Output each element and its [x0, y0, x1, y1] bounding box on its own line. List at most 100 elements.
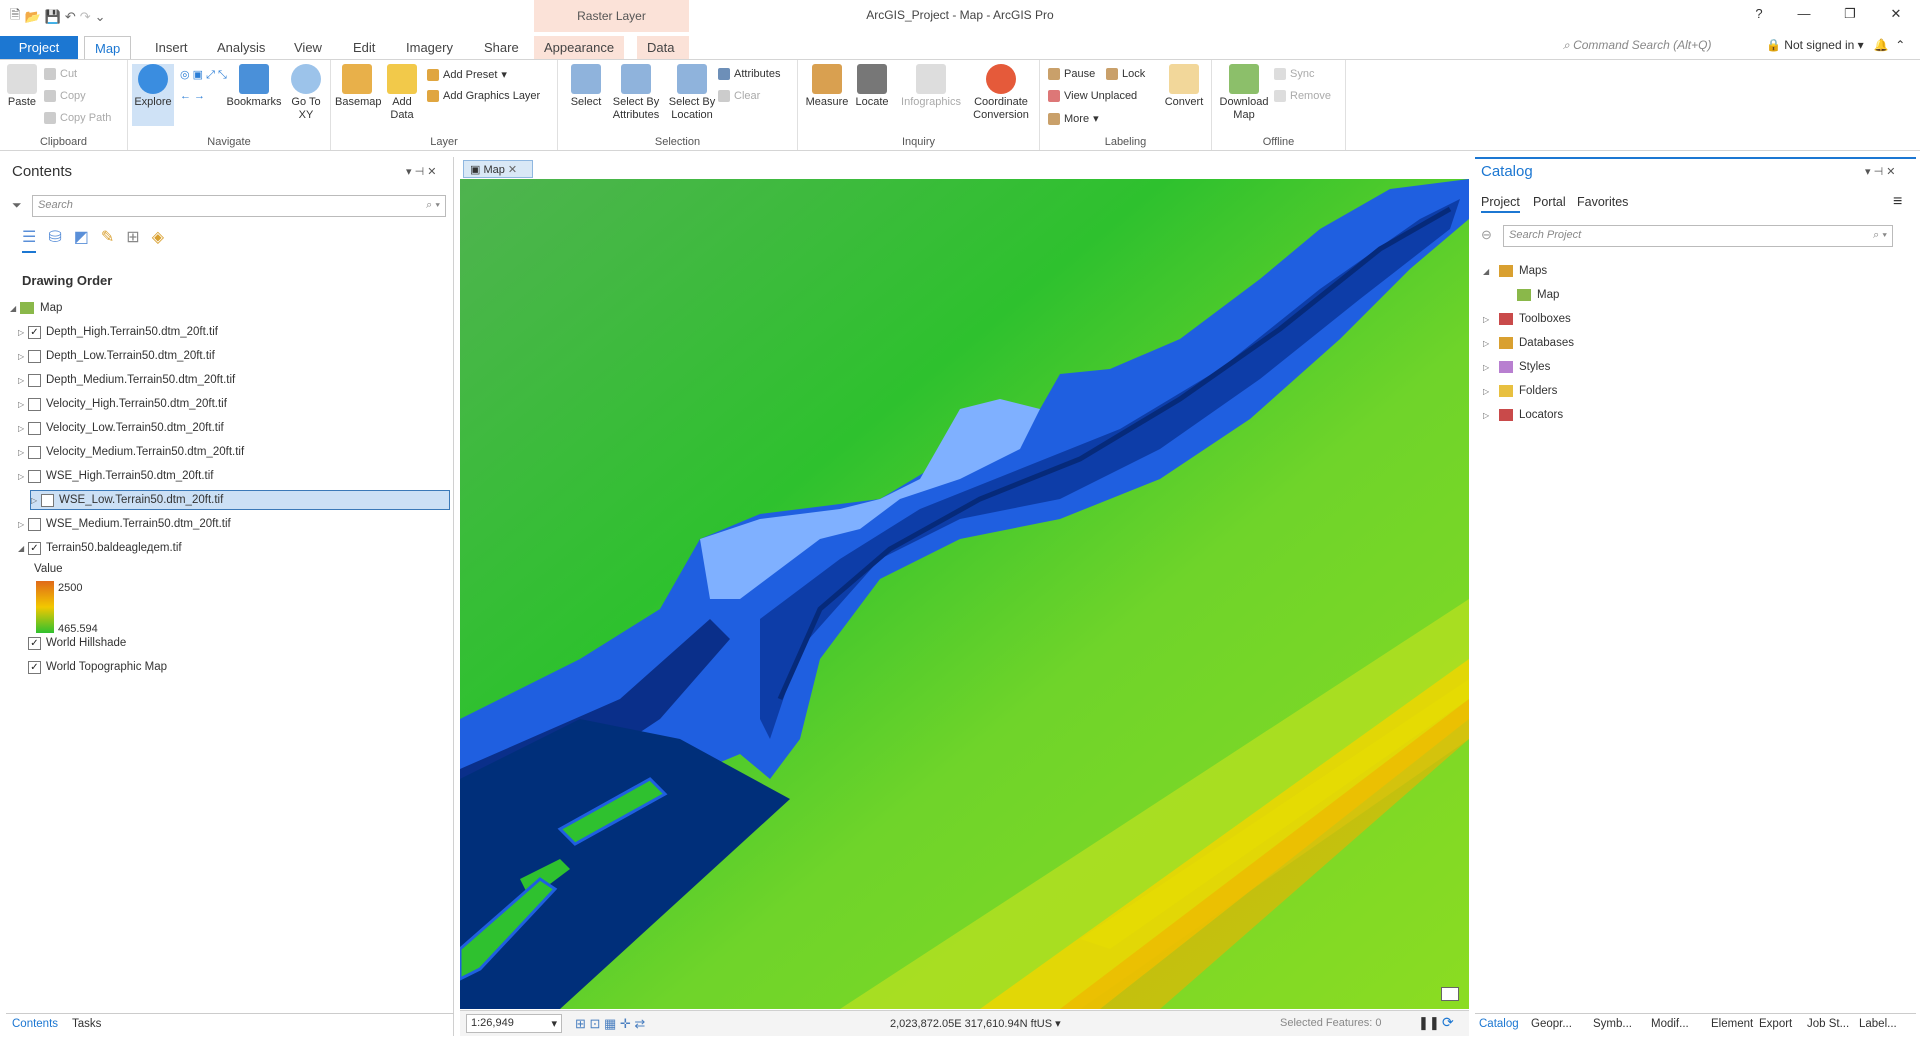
catalog-item[interactable]: ▷ Databases	[1483, 333, 1574, 353]
layer-checkbox[interactable]	[28, 349, 41, 363]
layer-item[interactable]: ▷ Velocity_Medium.Terrain50.dtm_20ft.tif	[18, 442, 244, 462]
attributes-button[interactable]: Attributes	[718, 68, 780, 80]
clear-button[interactable]: Clear	[718, 90, 760, 102]
layer-item[interactable]: ▷ Depth_Medium.Terrain50.dtm_20ft.tif	[18, 370, 235, 390]
tab-data[interactable]: Data	[637, 36, 689, 60]
expand-icon[interactable]: ▷	[18, 448, 28, 457]
copy-button[interactable]: Copy	[44, 90, 86, 102]
layer-item[interactable]: ▷ Velocity_Low.Terrain50.dtm_20ft.tif	[18, 418, 224, 438]
expand-icon[interactable]: ▷	[18, 376, 28, 385]
select-by-location-button[interactable]: Select By Location	[664, 64, 720, 122]
expand-icon[interactable]: ▷	[18, 328, 28, 337]
dock-tab[interactable]: Catalog	[1479, 1018, 1519, 1030]
cut-button[interactable]: Cut	[44, 68, 77, 80]
catalog-item[interactable]: ▷ Styles	[1483, 357, 1550, 377]
copy-path-button[interactable]: Copy Path	[44, 112, 111, 124]
layer-item[interactable]: ▷ Depth_Low.Terrain50.dtm_20ft.tif	[18, 346, 215, 366]
basemap-topographic[interactable]: ✓ World Topographic Map	[18, 657, 167, 677]
catalog-search-input[interactable]: Search Project ⌕ ▾	[1503, 225, 1893, 247]
more-labeling-button[interactable]: More ▾	[1048, 112, 1099, 125]
expand-icon[interactable]: ▷	[18, 400, 28, 409]
maximize-button[interactable]: ❐	[1836, 6, 1864, 26]
layer-item[interactable]: ▷ WSE_Medium.Terrain50.dtm_20ft.tif	[18, 514, 231, 534]
nav-tools-icon[interactable]: ◎ ▣ ⤢ ⤡	[180, 68, 227, 82]
dock-tab[interactable]: Geopr...	[1531, 1018, 1572, 1030]
layer-item[interactable]: ▷ ✓ Depth_High.Terrain50.dtm_20ft.tif	[18, 322, 218, 342]
close-icon[interactable]: ✕	[508, 164, 517, 176]
paste-button[interactable]: Paste	[4, 64, 40, 109]
dock-tab[interactable]: Modif...	[1651, 1018, 1689, 1030]
layer-checkbox[interactable]: ✓	[28, 541, 41, 555]
tab-project[interactable]: Project	[0, 36, 78, 60]
labeling-icon[interactable]: ◈	[152, 227, 164, 253]
dock-tab[interactable]: Export	[1759, 1018, 1792, 1030]
infographics-button[interactable]: Infographics	[896, 64, 966, 109]
expand-icon[interactable]: ▷	[18, 472, 28, 481]
close-button[interactable]: ✕	[1882, 6, 1910, 26]
prev-next-extent-icon[interactable]: ← →	[180, 90, 205, 102]
select-button[interactable]: Select	[566, 64, 606, 109]
layer-item[interactable]: ▷ WSE_High.Terrain50.dtm_20ft.tif	[18, 466, 213, 486]
tab-share[interactable]: Share	[474, 36, 529, 60]
layer-checkbox[interactable]	[28, 445, 41, 459]
snapping-icon[interactable]: ⊞	[126, 227, 139, 253]
dock-tab[interactable]: Label...	[1859, 1018, 1897, 1030]
catalog-item[interactable]: ▷ Folders	[1483, 381, 1557, 401]
layer-checkbox[interactable]	[41, 493, 54, 507]
selection-icon[interactable]: ◩	[74, 227, 89, 253]
layer-checkbox[interactable]	[28, 397, 41, 411]
lock-labels-button[interactable]: Lock	[1106, 68, 1145, 80]
pause-labels-button[interactable]: Pause	[1048, 68, 1095, 80]
catalog-item[interactable]: ▷ Toolboxes	[1483, 309, 1571, 329]
dock-tab[interactable]: Symb...	[1593, 1018, 1632, 1030]
measure-button[interactable]: Measure	[804, 64, 850, 109]
explore-button[interactable]: Explore	[132, 64, 174, 126]
basemap-hillshade[interactable]: ✓ World Hillshade	[18, 633, 126, 653]
expand-icon[interactable]: ▷	[18, 424, 28, 433]
contents-search-input[interactable]: Search ⌕ ▾	[32, 195, 446, 217]
locate-button[interactable]: Locate	[852, 64, 892, 109]
tab-imagery[interactable]: Imagery	[396, 36, 463, 60]
refresh-icon[interactable]: ⟳	[1442, 1014, 1454, 1031]
download-map-button[interactable]: Download Map	[1216, 64, 1272, 122]
select-by-attributes-button[interactable]: Select By Attributes	[608, 64, 664, 122]
tab-map[interactable]: Map	[84, 36, 132, 60]
filter-icon[interactable]: ⏷	[12, 198, 22, 213]
expand-icon[interactable]: ▷	[18, 352, 28, 361]
catalog-item[interactable]: ◢ Maps	[1483, 261, 1547, 281]
layer-item[interactable]: ◢ ✓ Terrain50.baldeaglедem.tif	[18, 538, 182, 558]
pane-options-icon[interactable]: ▾ ⊣ ✕	[1865, 165, 1895, 178]
remove-button[interactable]: Remove	[1274, 90, 1331, 102]
signin-status[interactable]: 🔒 Not signed in ▾ 🔔 ⌃	[1766, 38, 1905, 52]
scale-dropdown[interactable]: 1:26,949 ▾	[466, 1014, 562, 1033]
pause-drawing-icon[interactable]: ❚❚	[1418, 1015, 1440, 1031]
editing-icon[interactable]: ✎	[101, 227, 114, 253]
add-data-button[interactable]: Add Data	[383, 64, 421, 122]
basemap-button[interactable]: Basemap	[335, 64, 381, 109]
map-tools-icons[interactable]: ⊞ ⊡ ▦ ✛ ⇄	[575, 1016, 645, 1032]
expand-icon[interactable]: ▷	[31, 496, 41, 505]
map-node[interactable]: ◢ Map	[10, 298, 62, 318]
catalog-item[interactable]: Map	[1511, 285, 1559, 305]
layer-checkbox[interactable]	[28, 469, 41, 483]
goto-xy-button[interactable]: Go To XY	[286, 64, 326, 122]
map-notes-icon[interactable]	[1441, 987, 1459, 1001]
layer-checkbox[interactable]	[28, 517, 41, 531]
coordinate-readout[interactable]: 2,023,872.05E 317,610.94N ftUS ▾	[890, 1017, 1061, 1030]
drawing-order-icon[interactable]: ☰	[22, 227, 37, 253]
catalog-tab-favorites[interactable]: Favorites	[1577, 195, 1628, 209]
tab-tasks[interactable]: Tasks	[72, 1018, 101, 1030]
convert-button[interactable]: Convert	[1162, 64, 1206, 109]
expand-icon[interactable]: ▷	[18, 520, 28, 529]
add-graphics-layer-button[interactable]: Add Graphics Layer	[427, 90, 540, 102]
layer-item[interactable]: ▷ Velocity_High.Terrain50.dtm_20ft.tif	[18, 394, 227, 414]
dock-tab[interactable]: Job St...	[1807, 1018, 1849, 1030]
command-search[interactable]: ⌕ Command Search (Alt+Q)	[1563, 38, 1711, 53]
layer-checkbox[interactable]	[28, 373, 41, 387]
dock-tab[interactable]: Element	[1711, 1018, 1753, 1030]
source-icon[interactable]: ⛁	[48, 227, 61, 253]
catalog-menu-icon[interactable]: ≡	[1893, 193, 1902, 211]
coordinate-conversion-button[interactable]: Coordinate Conversion	[966, 64, 1036, 122]
tab-edit[interactable]: Edit	[343, 36, 385, 60]
catalog-tab-project[interactable]: Project	[1481, 195, 1520, 213]
